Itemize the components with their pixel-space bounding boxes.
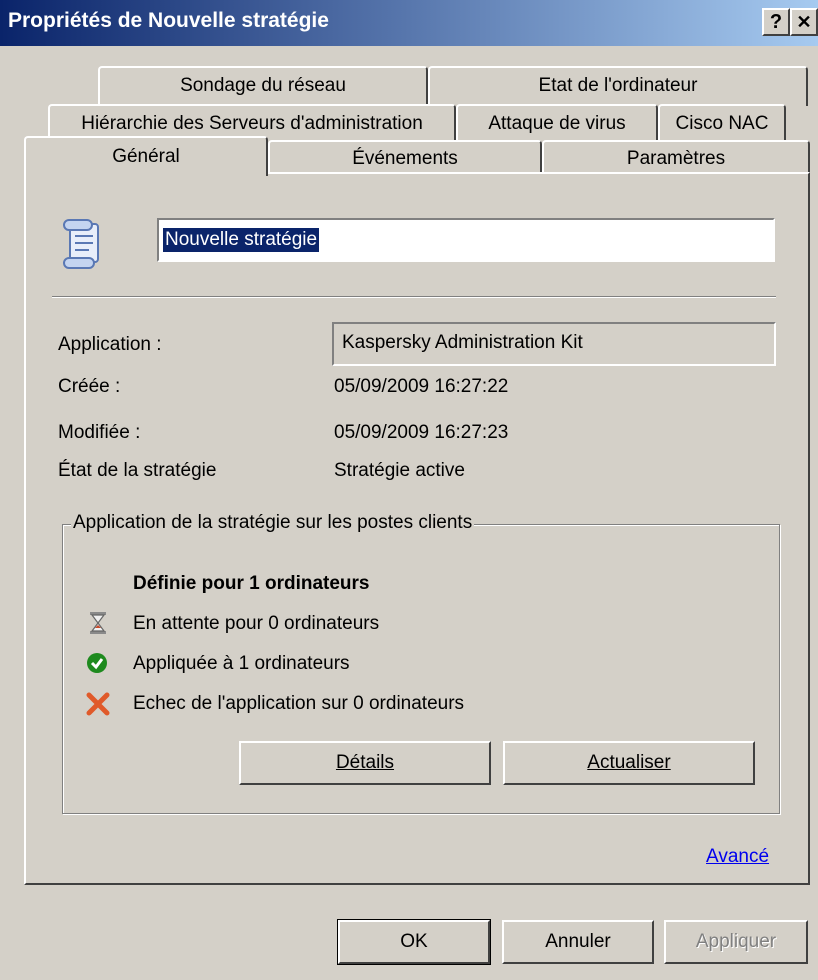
refresh-button[interactable]: Actualiser [503,741,755,785]
details-button[interactable]: Détails [239,741,491,785]
policy-scroll-icon [63,219,99,269]
policy-name-text: Nouvelle stratégie [163,228,320,252]
cancel-button[interactable]: Annuler [502,920,654,964]
close-button[interactable]: ✕ [790,8,818,36]
application-value: Kaspersky Administration Kit [342,332,583,353]
state-label: État de la stratégie [58,460,217,481]
check-icon [87,653,107,673]
created-label: Créée : [58,376,121,397]
state-value: Stratégie active [334,460,465,481]
apply-button[interactable]: Appliquer [664,920,808,964]
advanced-link[interactable]: Avancé [706,846,769,868]
deployment-group-title: Application de la stratégie sur les post… [71,512,475,534]
hourglass-icon [90,612,106,634]
refresh-button-label: Actualiser [587,752,671,773]
policy-name-input[interactable]: Nouvelle stratégie [157,218,775,262]
tab-attaque-virus[interactable]: Attaque de virus [456,104,658,142]
tab-evenements[interactable]: Événements [268,140,542,174]
modified-value: 05/09/2009 16:27:23 [334,422,509,443]
modified-label: Modifiée : [58,422,141,443]
tab-parametres[interactable]: Paramètres [542,140,810,174]
window-title: Propriétés de Nouvelle stratégie [8,9,329,32]
deployment-groupbox: Application de la stratégie sur les post… [62,512,780,814]
application-field: Kaspersky Administration Kit [332,322,776,366]
separator [52,296,776,298]
help-button[interactable]: ? [762,8,790,36]
tab-sondage-reseau[interactable]: Sondage du réseau [98,66,428,106]
ok-button[interactable]: OK [337,919,491,965]
application-label: Application : [58,334,162,355]
tab-etat-ordinateur[interactable]: Etat de l'ordinateur [428,66,808,106]
title-bar: Propriétés de Nouvelle stratégie ? ✕ [0,0,818,46]
pending-count: En attente pour 0 ordinateurs [133,613,380,634]
defined-count: Définie pour 1 ordinateurs [133,573,370,594]
failed-count: Echec de l'application sur 0 ordinateurs [133,693,465,714]
created-value: 05/09/2009 16:27:22 [334,376,509,397]
tab-cisco-nac[interactable]: Cisco NAC [658,104,786,142]
applied-count: Appliquée à 1 ordinateurs [133,653,350,674]
tab-panel-general: Nouvelle stratégie Application : Kaspers… [24,172,810,885]
tab-general[interactable]: Général [24,136,268,176]
error-x-icon [86,692,110,716]
details-button-label: Détails [335,752,395,773]
